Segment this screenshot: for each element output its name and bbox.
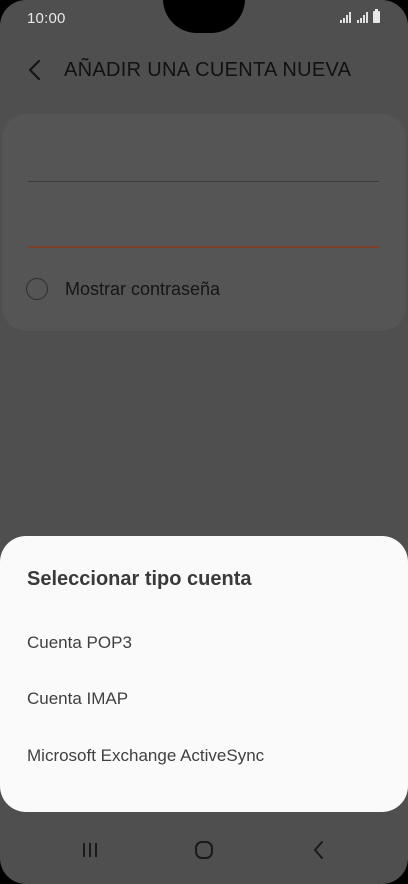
account-form: Mostrar contraseña [2,114,406,331]
option-label: Microsoft Exchange ActiveSync [27,746,265,765]
signal-icon [340,11,351,23]
home-icon[interactable] [182,830,226,870]
phone-screen: 10:00 AÑADIR UNA CUENTA NUEVA Mostrar co… [0,0,408,884]
password-field[interactable] [28,246,379,248]
page-title: AÑADIR UNA CUENTA NUEVA [64,59,352,81]
recents-icon[interactable] [68,830,112,870]
option-exchange-activesync[interactable]: Microsoft Exchange ActiveSync [0,731,408,783]
option-label: Cuenta POP3 [27,633,132,652]
sheet-title: Seleccionar tipo cuenta [27,568,252,590]
show-password-label: Mostrar contraseña [65,278,221,299]
battery-icon [373,9,380,23]
email-field[interactable] [28,181,379,182]
app-bar: AÑADIR UNA CUENTA NUEVA [0,50,408,90]
account-type-sheet: Seleccionar tipo cuenta Cuenta POP3 Cuen… [0,536,408,812]
option-imap[interactable]: Cuenta IMAP [0,674,408,726]
back-icon[interactable] [297,830,341,870]
option-pop3[interactable]: Cuenta POP3 [0,618,408,670]
show-password-option[interactable]: Mostrar contraseña [26,278,220,300]
status-icons [340,9,380,23]
navigation-bar [0,812,408,884]
status-bar: 10:00 [0,0,408,38]
signal-icon [357,11,368,23]
status-time: 10:00 [27,10,66,27]
show-password-checkbox[interactable] [26,278,48,300]
option-label: Cuenta IMAP [27,689,129,708]
chevron-left-icon[interactable] [26,59,46,81]
